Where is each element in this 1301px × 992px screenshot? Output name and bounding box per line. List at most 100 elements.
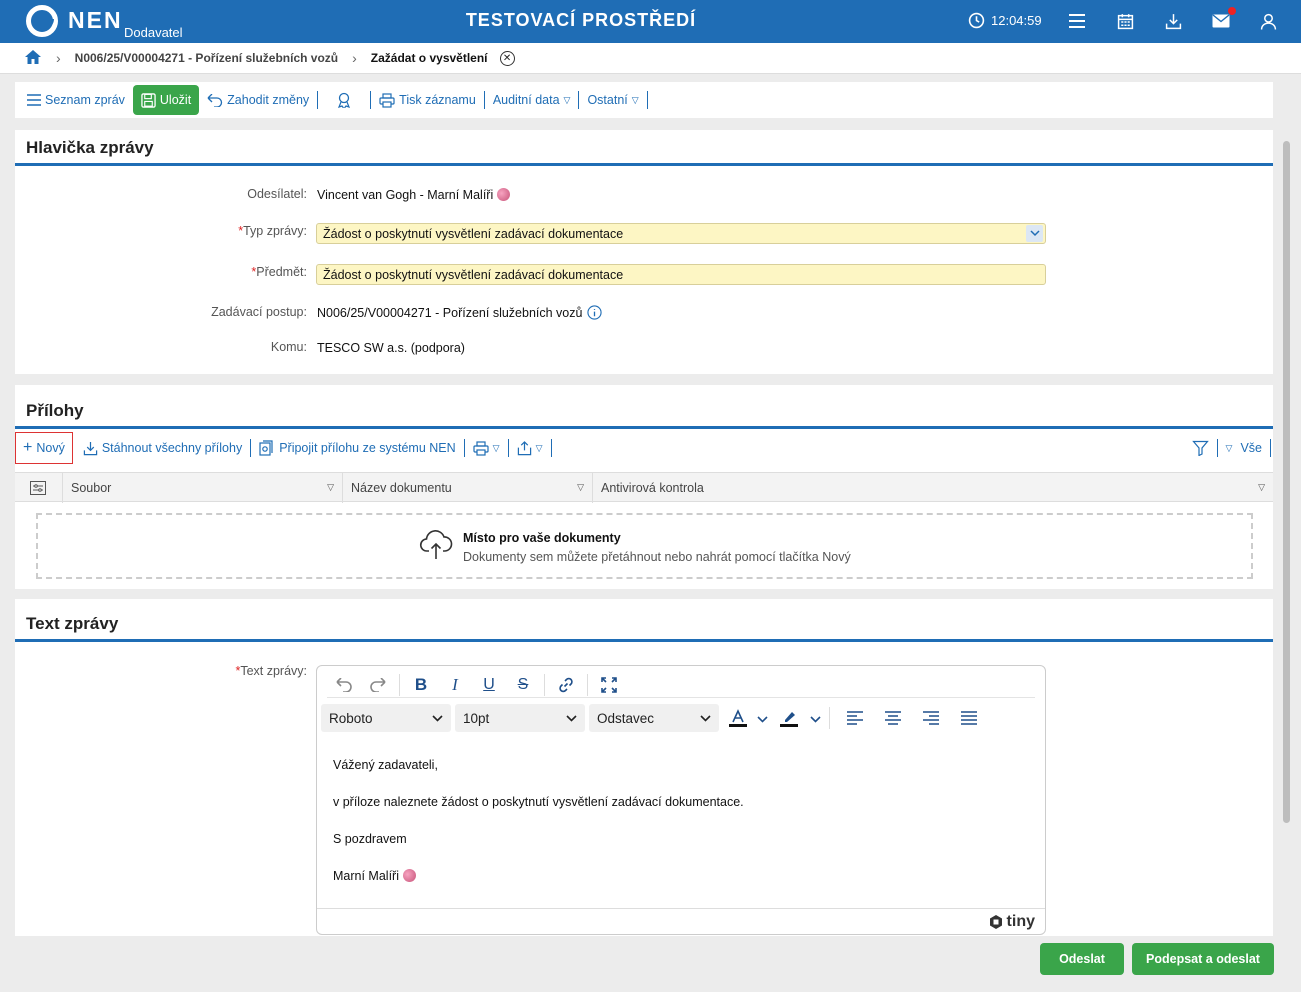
bold-icon[interactable]: B — [404, 672, 438, 698]
download-all-button[interactable]: Stáhnout všechny přílohy — [77, 441, 248, 456]
toolbar-divider — [550, 439, 552, 457]
top-bar: NEN Dodavatel TESTOVACÍ PROSTŘEDÍ 12:04:… — [0, 0, 1301, 43]
underline-icon[interactable]: U — [472, 672, 506, 698]
fullscreen-icon[interactable] — [592, 672, 626, 698]
chevron-down-icon[interactable] — [810, 711, 821, 726]
toolbar-divider — [463, 439, 465, 457]
panel-title: Hlavička zprávy — [26, 138, 154, 157]
highlight-color-icon[interactable] — [772, 705, 806, 731]
chevron-down-icon — [566, 714, 577, 722]
home-icon[interactable] — [24, 49, 42, 68]
new-attachment-button[interactable]: + Nový — [15, 432, 73, 464]
column-label: Soubor — [71, 481, 112, 495]
other-menu[interactable]: Ostatní ▽ — [581, 93, 644, 107]
toolbar-divider — [829, 707, 830, 729]
save-button[interactable]: Uložit — [132, 85, 200, 115]
download-icon[interactable] — [1162, 10, 1184, 32]
toolbar-divider — [1216, 439, 1218, 457]
toolbar-divider — [370, 91, 372, 109]
export-icon — [517, 440, 531, 455]
toolbar-divider — [578, 91, 580, 109]
audit-data-label: Auditní data — [492, 93, 560, 107]
align-left-icon[interactable] — [838, 705, 872, 731]
hamburger-menu-icon[interactable] — [1066, 10, 1088, 32]
align-justify-icon[interactable] — [952, 705, 986, 731]
message-signature: Marní Malíři — [333, 867, 744, 885]
sign-and-send-button[interactable]: Podepsat a odeslat — [1132, 943, 1274, 975]
undo-icon[interactable] — [327, 672, 361, 698]
column-settings-icon[interactable] — [15, 473, 61, 503]
chevron-down-icon[interactable] — [1026, 225, 1043, 242]
toolbar-divider — [250, 439, 252, 457]
certificate-button[interactable] — [320, 92, 368, 108]
column-header-file[interactable]: Soubor ▽ — [62, 473, 342, 503]
message-type-select[interactable]: Žádost o poskytnutí vysvětlení zadávací … — [316, 223, 1046, 244]
font-size-select[interactable]: 10pt — [455, 704, 585, 732]
toolbar-divider — [544, 674, 545, 696]
discard-changes-button[interactable]: Zahodit změny — [201, 93, 315, 107]
sort-arrow-icon[interactable]: ▽ — [1258, 482, 1265, 493]
chevron-down-icon[interactable] — [757, 711, 768, 726]
badge-icon — [338, 92, 351, 108]
breadcrumb-procedure[interactable]: N006/25/V00004271 - Pořízení služebních … — [75, 51, 338, 65]
block-format-select[interactable]: Odstavec — [589, 704, 719, 732]
redo-icon[interactable] — [361, 672, 395, 698]
column-header-document-name[interactable]: Název dokumentu ▽ — [342, 473, 592, 503]
sort-arrow-icon[interactable]: ▽ — [327, 482, 334, 493]
subject-input[interactable]: Žádost o poskytnutí vysvětlení zadávací … — [316, 264, 1046, 285]
text-color-icon[interactable] — [723, 705, 753, 731]
triangle-down-icon: ▽ — [535, 442, 543, 453]
panel-divider — [15, 163, 1273, 166]
clock-time: 12:04:59 — [991, 13, 1042, 28]
info-icon[interactable] — [587, 305, 603, 320]
mail-icon[interactable] — [1210, 7, 1236, 32]
editor-content[interactable]: Vážený zadavateli, v příloze naleznete ž… — [333, 756, 744, 904]
brain-emoji-icon — [402, 869, 416, 882]
dropzone-hint: Dokumenty sem můžete přetáhnout nebo nah… — [463, 550, 851, 564]
tiny-logo-icon — [989, 915, 1002, 929]
send-button[interactable]: Odeslat — [1040, 943, 1124, 975]
column-header-antivirus[interactable]: Antivirová kontrola ▽ — [592, 473, 1273, 503]
print-record-button[interactable]: Tisk záznamu — [373, 92, 482, 108]
print-attachments-menu[interactable]: ▽ — [467, 440, 506, 456]
chevron-right-icon: › — [352, 50, 357, 66]
export-menu[interactable]: ▽ — [511, 440, 549, 456]
session-clock: 12:04:59 — [968, 12, 1042, 29]
plus-icon: + — [23, 439, 33, 456]
breadcrumb-current: Zažádat o vysvětlení — [370, 51, 488, 65]
message-list-button[interactable]: Seznam zpráv — [21, 93, 131, 107]
toolbar-divider — [587, 674, 588, 696]
message-line: S pozdravem — [333, 832, 407, 846]
document-dropzone[interactable]: Místo pro vaše dokumenty Dokumenty sem m… — [36, 513, 1253, 579]
message-header-panel: Hlavička zprávy Odesílatel: Vincent van … — [15, 130, 1273, 374]
tiny-logo[interactable]: tiny — [988, 913, 1035, 931]
filter-icon[interactable] — [1186, 440, 1215, 456]
audit-data-menu[interactable]: Auditní data ▽ — [487, 93, 577, 107]
sort-arrow-icon[interactable]: ▽ — [577, 482, 584, 493]
attach-from-nen-label: Připojit přílohu ze systému NEN — [279, 441, 456, 455]
procedure-value: N006/25/V00004271 - Pořízení služebních … — [317, 305, 603, 320]
column-label: Antivirová kontrola — [601, 481, 704, 495]
attachments-panel: Přílohy + Nový Stáhnout všechny přílohy … — [15, 385, 1273, 589]
message-type-value: Žádost o poskytnutí vysvětlení zadávací … — [323, 227, 624, 241]
calendar-icon[interactable] — [1114, 10, 1136, 32]
tiny-label: tiny — [1006, 913, 1035, 930]
link-icon[interactable] — [549, 672, 583, 698]
toolbar-divider — [507, 439, 509, 457]
scrollbar-thumb[interactable] — [1283, 141, 1290, 823]
align-center-icon[interactable] — [876, 705, 910, 731]
triangle-down-icon: ▽ — [492, 442, 500, 453]
align-right-icon[interactable] — [914, 705, 948, 731]
new-attachment-label: Nový — [36, 441, 65, 455]
italic-icon[interactable]: I — [438, 672, 472, 698]
rich-text-editor[interactable]: B I U S Roboto 10pt Odstavec Vážený zada… — [316, 665, 1046, 935]
procedure-label: Zadávací postup: — [211, 305, 307, 319]
user-icon[interactable] — [1257, 10, 1279, 32]
view-all-filter[interactable]: ▽ Vše — [1220, 441, 1268, 455]
strikethrough-icon[interactable]: S — [506, 672, 540, 698]
attach-from-nen-button[interactable]: Připojit přílohu ze systému NEN — [253, 440, 461, 456]
chevron-right-icon: › — [56, 50, 61, 66]
close-tab-icon[interactable]: ✕ — [499, 50, 515, 66]
download-all-label: Stáhnout všechny přílohy — [101, 441, 243, 455]
font-family-select[interactable]: Roboto — [321, 704, 451, 732]
